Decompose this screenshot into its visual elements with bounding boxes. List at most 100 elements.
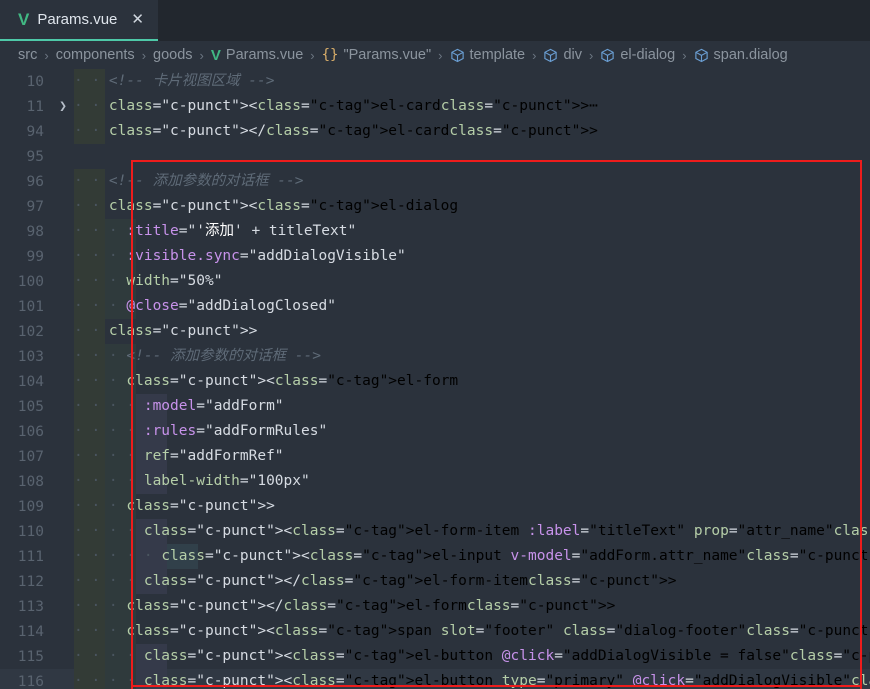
breadcrumb-item-template[interactable]: template bbox=[450, 47, 526, 63]
code-line[interactable]: 109 · · · class="c-punct">> bbox=[0, 494, 870, 519]
cube-icon bbox=[600, 48, 615, 63]
breadcrumb-item-div[interactable]: div bbox=[543, 47, 582, 63]
code-text: · · · · class="c-punct"><class="c-tag">e… bbox=[74, 669, 870, 689]
tab-params-vue[interactable]: V Params.vue ✕ bbox=[0, 0, 158, 41]
code-line[interactable]: 103 · · · <!-- 添加参数的对话框 --> bbox=[0, 344, 870, 369]
code-text: · · · <!-- 添加参数的对话框 --> bbox=[74, 344, 870, 369]
breadcrumb: src › components › goods › V Params.vue › {} "Para… bbox=[0, 41, 870, 69]
code-text: · · · class="c-punct">> bbox=[74, 494, 870, 519]
code-editor[interactable]: 10 · · <!-- 卡片视图区域 --> 11 ❯ · · class="c-pun… bbox=[0, 69, 870, 689]
cube-icon bbox=[543, 48, 558, 63]
code-text: · · <!-- 添加参数的对话框 --> bbox=[74, 169, 870, 194]
code-line[interactable]: 112 · · · · class="c-punct"></class="c-ta… bbox=[0, 569, 870, 594]
code-line[interactable]: 94 · · class="c-punct"></class="c-tag">el… bbox=[0, 119, 870, 144]
code-line[interactable]: 110 · · · · class="c-punct"><class="c-tag… bbox=[0, 519, 870, 544]
code-line[interactable]: 10 · · <!-- 卡片视图区域 --> bbox=[0, 69, 870, 94]
cube-icon bbox=[694, 48, 709, 63]
code-line[interactable]: 111 · · · · · class="c-punct"><class="c-t… bbox=[0, 544, 870, 569]
cube-icon bbox=[601, 48, 615, 62]
cube-icon bbox=[450, 48, 465, 63]
code-line[interactable]: 116 · · · · class="c-punct"><class="c-tag… bbox=[0, 669, 870, 689]
code-line[interactable]: 106 · · · · :rules="addFormRules" bbox=[0, 419, 870, 444]
line-number: 103 bbox=[17, 348, 44, 365]
line-number: 115 bbox=[17, 648, 44, 665]
code-text: · · · · class="c-punct"><class="c-tag">e… bbox=[74, 519, 870, 544]
line-number: 109 bbox=[17, 498, 44, 515]
code-text: · · · class="c-punct"></class="c-tag">el… bbox=[74, 594, 870, 619]
line-number: 108 bbox=[17, 473, 44, 490]
code-line[interactable]: 96 · · <!-- 添加参数的对话框 --> bbox=[0, 169, 870, 194]
code-text: · · · class="c-punct"><class="c-tag">el-… bbox=[74, 369, 870, 394]
breadcrumb-separator: › bbox=[310, 47, 315, 63]
line-number: 96 bbox=[26, 173, 44, 190]
code-line[interactable]: 102 · · class="c-punct">> bbox=[0, 319, 870, 344]
breadcrumb-separator: › bbox=[589, 47, 594, 63]
code-line[interactable]: 11 ❯ · · class="c-punct"><class="c-tag">el… bbox=[0, 94, 870, 119]
breadcrumb-item-label: Params.vue bbox=[225, 47, 304, 63]
line-number: 110 bbox=[17, 523, 44, 540]
breadcrumb-item-el-dialog[interactable]: el-dialog bbox=[600, 47, 675, 63]
code-line[interactable]: 95 bbox=[0, 144, 870, 169]
code-text: · · · @close="addDialogClosed" bbox=[74, 294, 870, 319]
breadcrumb-item-label: "Params.vue" bbox=[343, 47, 432, 63]
breadcrumb-item-label: src bbox=[18, 47, 38, 63]
code-text: · · · · :rules="addFormRules" bbox=[74, 419, 870, 444]
breadcrumb-item-params-vue[interactable]: V Params.vue bbox=[211, 47, 303, 64]
line-number: 107 bbox=[17, 448, 44, 465]
code-text: · · · width="50%" bbox=[74, 269, 870, 294]
line-number: 10 bbox=[26, 73, 44, 90]
breadcrumb-separator: › bbox=[532, 47, 537, 63]
code-text: · · · · label-width="100px" bbox=[74, 469, 870, 494]
code-text: · · class="c-punct">> bbox=[74, 319, 870, 344]
line-number: 106 bbox=[17, 423, 44, 440]
code-line[interactable]: 97 · · class="c-punct"><class="c-tag">el-… bbox=[0, 194, 870, 219]
breadcrumb-separator: › bbox=[44, 47, 49, 63]
code-line[interactable]: 98 · · · :title="'添加' + titleText" bbox=[0, 219, 870, 244]
code-text: · · · · :model="addForm" bbox=[74, 394, 870, 419]
code-text: · · · · class="c-punct"></class="c-tag">… bbox=[74, 569, 870, 594]
breadcrumb-separator: › bbox=[438, 47, 443, 63]
fold-arrow-icon[interactable]: ❯ bbox=[52, 99, 74, 114]
breadcrumb-item-goods[interactable]: goods bbox=[153, 47, 193, 63]
code-line[interactable]: 113 · · · class="c-punct"></class="c-tag"… bbox=[0, 594, 870, 619]
code-line[interactable]: 100 · · · width="50%" bbox=[0, 269, 870, 294]
code-text: · · class="c-punct"><class="c-tag">el-di… bbox=[74, 194, 870, 219]
vue-logo-icon: V bbox=[210, 46, 221, 64]
line-number: 98 bbox=[26, 223, 44, 240]
breadcrumb-item--params-vue-[interactable]: {} "Params.vue" bbox=[322, 47, 432, 63]
breadcrumb-separator: › bbox=[682, 47, 687, 63]
code-line[interactable]: 114 · · · class="c-punct"><class="c-tag">… bbox=[0, 619, 870, 644]
cube-icon bbox=[694, 48, 708, 62]
code-line[interactable]: 99 · · · :visible.sync="addDialogVisible" bbox=[0, 244, 870, 269]
line-number: 111 bbox=[17, 548, 44, 565]
code-line[interactable]: 104 · · · class="c-punct"><class="c-tag">… bbox=[0, 369, 870, 394]
line-number: 94 bbox=[26, 123, 44, 140]
code-text: · · · :title="'添加' + titleText" bbox=[74, 219, 870, 244]
code-line[interactable]: 107 · · · · ref="addFormRef" bbox=[0, 444, 870, 469]
line-number: 97 bbox=[26, 198, 44, 215]
code-line[interactable]: 115 · · · · class="c-punct"><class="c-tag… bbox=[0, 644, 870, 669]
breadcrumb-item-span-dialog[interactable]: span.dialog bbox=[694, 47, 788, 63]
vscode-editor-window: V Params.vue ✕ src › components › goods › V Par… bbox=[0, 0, 870, 689]
code-line[interactable]: 101 · · · @close="addDialogClosed" bbox=[0, 294, 870, 319]
tab-label: Params.vue bbox=[37, 11, 118, 28]
line-number: 102 bbox=[17, 323, 44, 340]
breadcrumb-item-src[interactable]: src bbox=[18, 47, 37, 63]
vue-logo-icon: V bbox=[18, 10, 30, 29]
breadcrumb-item-label: template bbox=[469, 47, 526, 63]
breadcrumb-item-label: el-dialog bbox=[620, 47, 676, 63]
code-line[interactable]: 105 · · · · :model="addForm" bbox=[0, 394, 870, 419]
breadcrumb-item-label: span.dialog bbox=[713, 47, 788, 63]
line-number: 113 bbox=[17, 598, 44, 615]
line-number: 105 bbox=[17, 398, 44, 415]
code-line[interactable]: 108 · · · · label-width="100px" bbox=[0, 469, 870, 494]
line-number: 95 bbox=[26, 148, 44, 165]
code-text: · · · · · class="c-punct"><class="c-tag"… bbox=[74, 544, 870, 569]
line-number: 104 bbox=[17, 373, 44, 390]
close-icon[interactable]: ✕ bbox=[131, 12, 144, 27]
code-text: · · · · class="c-punct"><class="c-tag">e… bbox=[74, 644, 870, 669]
line-number: 100 bbox=[17, 273, 44, 290]
breadcrumb-item-label: components bbox=[55, 47, 135, 63]
breadcrumb-item-components[interactable]: components bbox=[56, 47, 135, 63]
code-text: · · class="c-punct"></class="c-tag">el-c… bbox=[74, 119, 870, 144]
